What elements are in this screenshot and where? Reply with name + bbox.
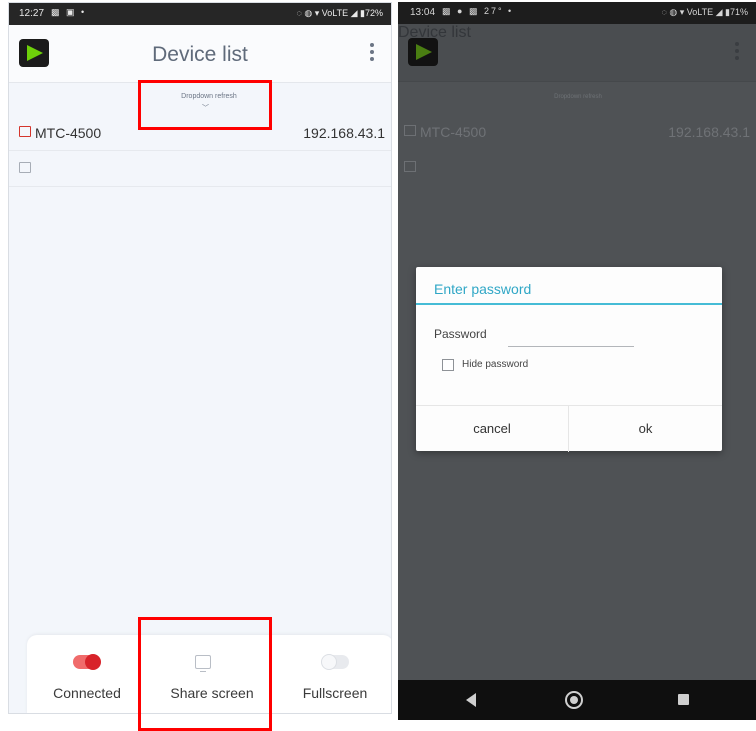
back-icon[interactable]	[466, 693, 476, 707]
status-bar: 13:04 ▩ ● ▩ 27° • ◌ ◍ ▾ VoLTE ◢ ▮71%	[398, 2, 756, 24]
hide-password-label: Hide password	[462, 359, 529, 370]
notification-icons: ▩ ● ▩ 27° •	[442, 6, 514, 16]
status-time: 13:04	[410, 7, 436, 18]
device-list-item	[398, 150, 756, 186]
screenshot-composite: 12:27 ▩ ▣ • ◌ ◍ ▾ VoLTE ◢ ▮72% Device li…	[0, 0, 756, 731]
notification-icons: ▩ ▣ •	[51, 7, 87, 17]
connected-toggle[interactable]	[73, 654, 101, 670]
status-bar: 12:27 ▩ ▣ • ◌ ◍ ▾ VoLTE ◢ ▮72%	[9, 3, 391, 25]
fullscreen-label: Fullscreen	[302, 685, 368, 701]
connected-toggle-button[interactable]: Connected	[27, 635, 147, 713]
system-nav-bar	[398, 680, 756, 720]
device-name: MTC-4500	[420, 124, 487, 140]
overflow-menu-icon[interactable]	[369, 43, 375, 65]
cancel-button[interactable]: cancel	[416, 406, 569, 452]
overflow-menu-icon	[734, 42, 740, 64]
page-title: Device list	[152, 43, 248, 66]
dialog-button-row: cancel ok	[416, 405, 722, 452]
ok-button[interactable]: ok	[569, 406, 722, 452]
device-icon	[404, 161, 416, 172]
password-input[interactable]	[508, 329, 634, 347]
fullscreen-toggle-button[interactable]: Fullscreen	[277, 635, 391, 713]
device-list-item: MTC-4500 192.168.43.1	[398, 114, 756, 150]
status-time: 12:27	[19, 8, 45, 19]
fullscreen-toggle[interactable]	[321, 654, 349, 670]
connected-label: Connected	[53, 685, 121, 701]
device-icon	[404, 125, 416, 136]
system-status-icons: ◌ ◍ ▾ VoLTE ◢ ▮71%	[661, 7, 748, 17]
password-label: Password	[434, 327, 487, 341]
device-ip: 192.168.43.1	[303, 125, 385, 141]
password-dialog: Enter password Password Hide password ca…	[416, 267, 722, 452]
play-logo-icon	[408, 38, 438, 66]
highlight-box-dropdown	[138, 80, 272, 130]
right-phone-screen: 13:04 ▩ ● ▩ 27° • ◌ ◍ ▾ VoLTE ◢ ▮71% Dev…	[398, 2, 756, 720]
hide-password-checkbox[interactable]	[442, 359, 454, 371]
dialog-divider	[416, 303, 722, 305]
device-list-item[interactable]	[9, 151, 391, 187]
page-title: Device list	[398, 24, 471, 41]
device-ip: 192.168.43.1	[668, 124, 750, 140]
device-icon	[19, 126, 31, 137]
device-name: MTC-4500	[35, 125, 102, 141]
device-icon	[19, 162, 31, 173]
system-status-icons: ◌ ◍ ▾ VoLTE ◢ ▮72%	[296, 8, 383, 18]
app-bar: Device list	[9, 25, 391, 83]
home-icon[interactable]	[565, 691, 583, 709]
dialog-title: Enter password	[434, 281, 532, 297]
recents-icon[interactable]	[678, 694, 689, 705]
highlight-box-share-screen	[138, 617, 272, 731]
dropdown-refresh-hint: Dropdown refresh	[554, 94, 602, 100]
app-bar: Device list	[398, 24, 756, 82]
